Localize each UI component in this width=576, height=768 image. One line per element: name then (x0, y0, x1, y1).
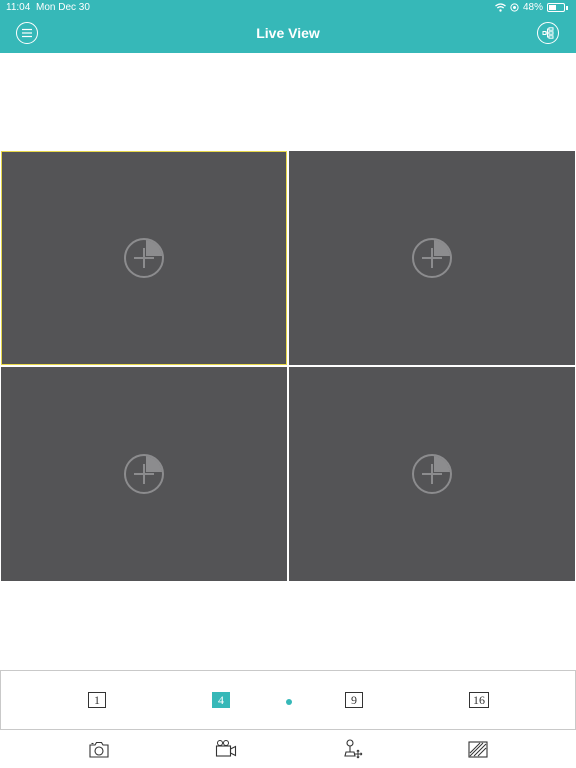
layout-1-button[interactable]: 1 (88, 692, 106, 708)
record-video-icon[interactable] (214, 738, 238, 760)
location-lock-icon (510, 3, 519, 12)
snapshot-camera-icon[interactable] (87, 738, 111, 760)
status-date: Mon Dec 30 (36, 2, 90, 13)
layout-selector: 1 4 9 16 (0, 670, 576, 730)
wifi-icon (495, 3, 506, 12)
device-tree-icon (542, 27, 554, 39)
page-indicator-dot (286, 699, 292, 705)
add-camera-icon[interactable] (411, 237, 453, 279)
status-time: 11:04 (6, 2, 31, 13)
add-camera-icon[interactable] (123, 237, 165, 279)
page-title: Live View (256, 25, 320, 41)
layout-16-button[interactable]: 16 (469, 692, 489, 708)
video-grid (0, 150, 576, 582)
device-list-button[interactable] (537, 22, 559, 44)
bottom-toolbar (0, 732, 576, 768)
video-cell-1[interactable] (1, 151, 287, 365)
status-bar: 11:04 Mon Dec 30 48% (0, 0, 576, 16)
add-camera-icon[interactable] (411, 453, 453, 495)
header: 11:04 Mon Dec 30 48% Live View (0, 0, 576, 53)
battery-fill (549, 5, 556, 10)
add-camera-icon[interactable] (123, 453, 165, 495)
battery-icon (547, 3, 565, 12)
video-cell-2[interactable] (289, 151, 575, 365)
battery-tip (566, 5, 568, 10)
battery-percent: 48% (522, 2, 543, 13)
layout-4-button[interactable]: 4 (212, 692, 230, 708)
status-indicators: 48% (495, 2, 568, 13)
video-cell-4[interactable] (289, 367, 575, 581)
video-cell-3[interactable] (1, 367, 287, 581)
ptz-control-icon[interactable] (341, 738, 365, 760)
layout-9-button[interactable]: 9 (345, 692, 363, 708)
image-quality-icon[interactable] (466, 738, 490, 760)
